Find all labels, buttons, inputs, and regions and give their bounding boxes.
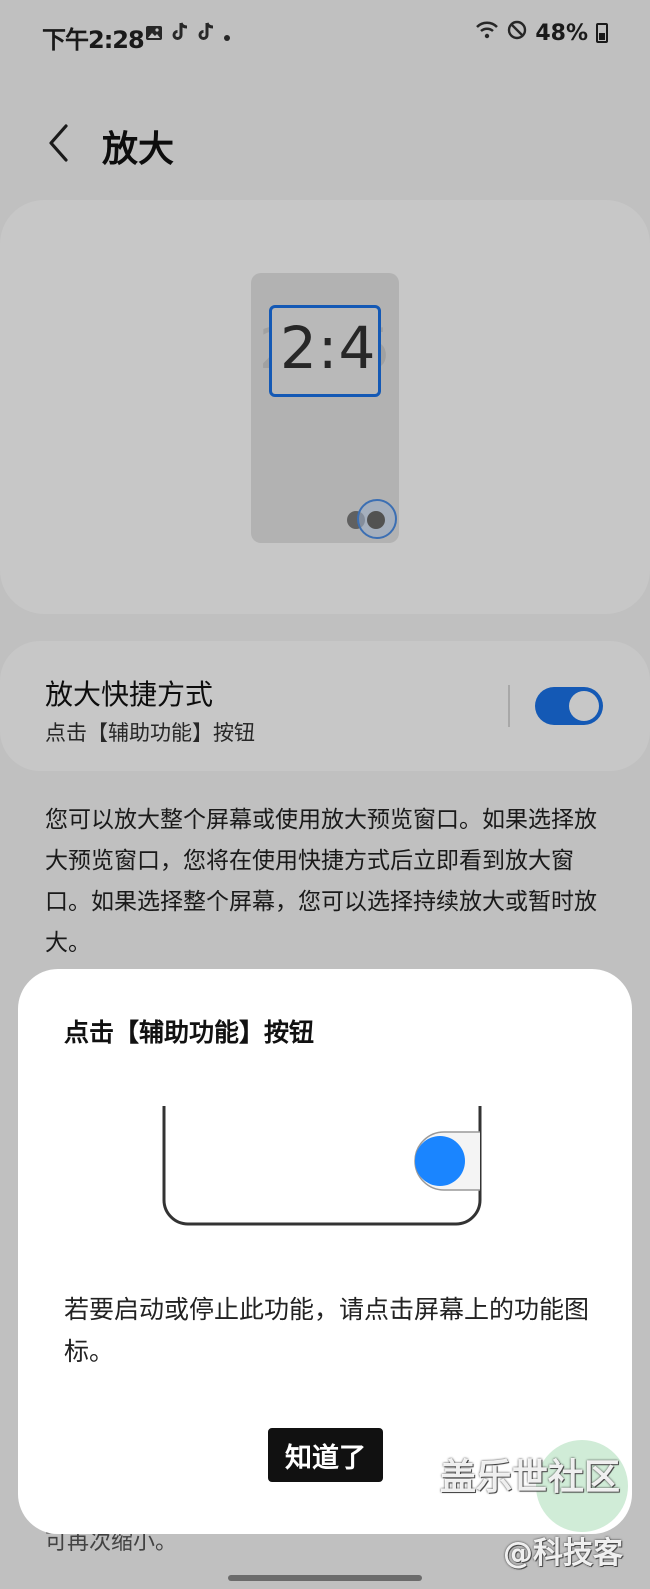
screen: 下午2:28 48% 放大 2:4 放大快捷方式 点击【辅助功能】按钮 您可以放… bbox=[0, 0, 650, 1589]
dialog-title: 点击【辅助功能】按钮 bbox=[64, 1018, 315, 1047]
got-it-button[interactable]: 知道了 bbox=[268, 1428, 383, 1482]
watermark-text: 盖乐世社区 bbox=[440, 1457, 621, 1498]
watermark-handle: @科技客 bbox=[503, 1536, 623, 1571]
home-indicator[interactable] bbox=[228, 1575, 422, 1581]
dialog-body: 若要启动或停止此功能，请点击屏幕上的功能图标。 bbox=[64, 1295, 590, 1366]
accessibility-button-illustration bbox=[162, 1106, 482, 1226]
